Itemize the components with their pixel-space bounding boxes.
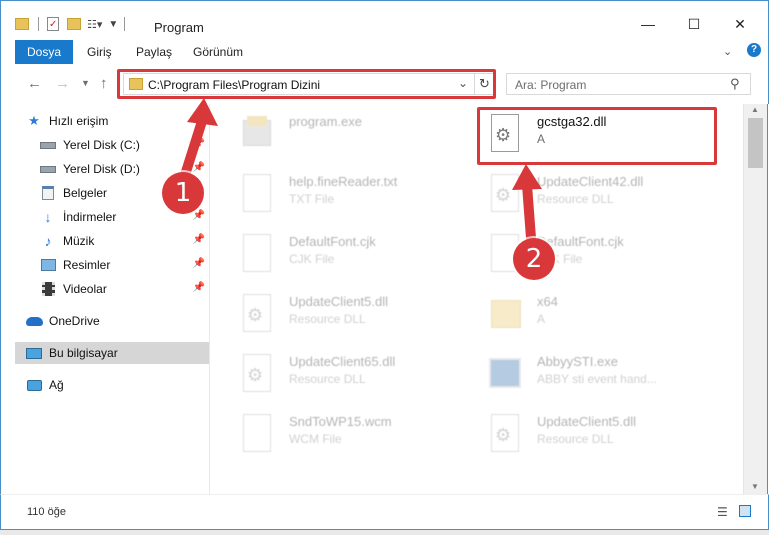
step-badge-1: 1 [162, 172, 204, 214]
arrow-1-head [187, 98, 218, 126]
annotation-arrows [180, 98, 542, 243]
arrow-2-head [512, 164, 542, 190]
arrow-2-shaft [522, 180, 536, 243]
step-badge-2: 2 [513, 238, 555, 280]
arrow-1-shaft [180, 113, 208, 180]
